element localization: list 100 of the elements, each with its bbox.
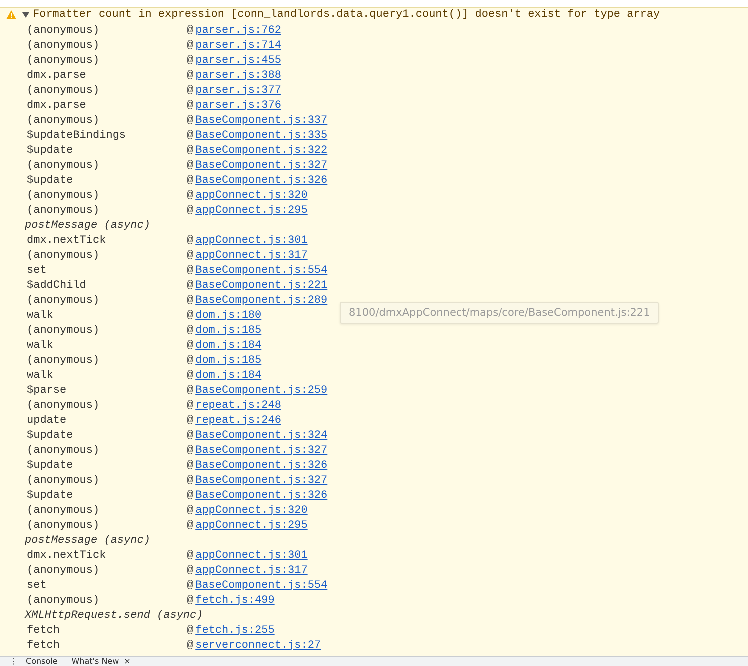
menu-icon[interactable]: ⋮ (10, 658, 16, 666)
source-link[interactable]: BaseComponent.js:327 (196, 474, 328, 486)
source-link[interactable]: BaseComponent.js:259 (196, 384, 328, 396)
source-link[interactable]: parser.js:377 (196, 84, 282, 96)
source-link[interactable]: BaseComponent.js:335 (196, 130, 328, 142)
function-name: walk (27, 370, 54, 382)
source-link[interactable]: parser.js:714 (196, 40, 282, 52)
function-name: (anonymous) (27, 54, 101, 66)
source-link[interactable]: appConnect.js:301 (196, 550, 308, 562)
source-link[interactable]: appConnect.js:301 (196, 234, 308, 246)
source-link[interactable]: BaseComponent.js:324 (196, 430, 328, 442)
at-sign: @ (187, 520, 194, 532)
source-link[interactable]: dom.js:184 (196, 340, 262, 352)
function-name: (anonymous) (27, 84, 101, 96)
source-link[interactable]: fetch.js:499 (196, 594, 275, 606)
at-sign: @ (187, 564, 194, 576)
function-name: (anonymous) (27, 474, 101, 486)
function-name: dmx.nextTick (27, 234, 108, 246)
source-link[interactable]: BaseComponent.js:327 (196, 444, 328, 456)
at-sign: @ (187, 234, 194, 246)
function-name: $update (27, 144, 74, 156)
source-link[interactable]: BaseComponent.js:554 (196, 264, 328, 276)
source-link[interactable]: fetch.js:255 (196, 624, 275, 636)
function-name: (anonymous) (27, 250, 101, 262)
at-sign: @ (187, 204, 194, 216)
source-link[interactable]: appConnect.js:317 (196, 564, 308, 576)
function-name: update (27, 414, 68, 426)
source-link[interactable]: dom.js:180 (196, 310, 262, 322)
source-link[interactable]: repeat.js:248 (196, 400, 282, 412)
url-tooltip: 8100/dmxAppConnect/maps/core/BaseComponent.js:221 (340, 302, 660, 324)
function-name: $update (27, 174, 74, 186)
source-link[interactable]: BaseComponent.js:326 (196, 460, 328, 472)
at-sign: @ (187, 24, 194, 36)
function-name: set (27, 580, 48, 592)
function-name: dmx.parse (27, 70, 88, 82)
at-sign: @ (187, 54, 194, 66)
at-sign: @ (187, 444, 194, 456)
source-link[interactable]: BaseComponent.js:289 (196, 294, 328, 306)
source-link[interactable]: BaseComponent.js:337 (196, 114, 328, 126)
source-link[interactable]: serverconnect.js:27 (196, 640, 322, 652)
source-link[interactable]: appConnect.js:317 (196, 250, 308, 262)
source-link[interactable]: parser.js:376 (196, 100, 282, 112)
at-sign: @ (187, 400, 194, 412)
source-link[interactable]: parser.js:388 (196, 70, 282, 82)
source-link[interactable]: dom.js:185 (196, 324, 262, 336)
expand-triangle-icon[interactable] (22, 11, 30, 19)
source-link[interactable]: parser.js:455 (196, 54, 282, 66)
at-sign: @ (187, 414, 194, 426)
at-sign: @ (187, 594, 194, 606)
source-link[interactable]: BaseComponent.js:326 (196, 490, 328, 502)
at-sign: @ (187, 190, 194, 202)
at-sign: @ (187, 310, 194, 322)
function-name: fetch (27, 640, 62, 652)
function-name: (anonymous) (27, 324, 101, 336)
source-link[interactable]: appConnect.js:295 (196, 204, 308, 216)
source-link[interactable]: BaseComponent.js:326 (196, 174, 328, 186)
at-sign: @ (187, 130, 194, 142)
source-link[interactable]: BaseComponent.js:322 (196, 144, 328, 156)
function-name: $update (27, 460, 74, 472)
function-name: walk (27, 340, 54, 352)
at-sign: @ (187, 250, 194, 262)
function-name: dmx.nextTick (27, 550, 108, 562)
at-sign: @ (187, 294, 194, 306)
source-link[interactable]: dom.js:184 (196, 370, 262, 382)
function-name: $update (27, 430, 74, 442)
async-boundary: XMLHttpRequest.send (async) (25, 610, 204, 622)
at-sign: @ (187, 640, 194, 652)
source-link[interactable]: BaseComponent.js:554 (196, 580, 328, 592)
source-link[interactable]: appConnect.js:295 (196, 520, 308, 532)
at-sign: @ (187, 384, 194, 396)
source-link[interactable]: BaseComponent.js:327 (196, 160, 328, 172)
source-link[interactable]: repeat.js:246 (196, 414, 282, 426)
source-link[interactable]: BaseComponent.js:221 (196, 280, 328, 292)
at-sign: @ (187, 114, 194, 126)
source-link[interactable]: dom.js:185 (196, 354, 262, 366)
drawer-tab[interactable]: What's New × (68, 658, 135, 666)
function-name: $update (27, 490, 74, 502)
at-sign: @ (187, 70, 194, 82)
at-sign: @ (187, 324, 194, 336)
function-name: (anonymous) (27, 160, 101, 172)
drawer-tab[interactable]: Console (22, 658, 62, 666)
at-sign: @ (187, 504, 194, 516)
function-name: (anonymous) (27, 354, 101, 366)
at-sign: @ (187, 624, 194, 636)
at-sign: @ (187, 144, 194, 156)
source-link[interactable]: appConnect.js:320 (196, 190, 308, 202)
function-name: (anonymous) (27, 504, 101, 516)
function-name: (anonymous) (27, 114, 101, 126)
async-boundary: postMessage (async) (25, 220, 150, 232)
at-sign: @ (187, 370, 194, 382)
source-link[interactable]: parser.js:762 (196, 24, 282, 36)
source-link[interactable]: appConnect.js:320 (196, 504, 308, 516)
at-sign: @ (187, 280, 194, 292)
at-sign: @ (187, 40, 194, 52)
function-name: (anonymous) (27, 190, 101, 202)
function-name: (anonymous) (27, 444, 101, 456)
function-name: (anonymous) (27, 24, 101, 36)
function-name: $updateBindings (27, 130, 128, 142)
at-sign: @ (187, 430, 194, 442)
at-sign: @ (187, 264, 194, 276)
